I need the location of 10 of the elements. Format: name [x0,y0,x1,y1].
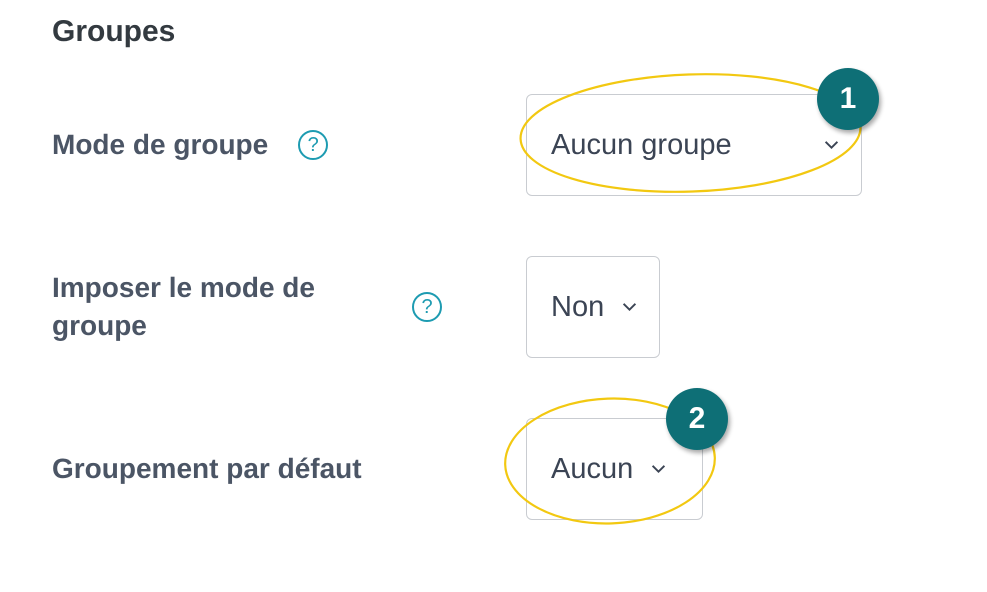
field-label: Mode de groupe [52,128,268,162]
chevron-down-icon [824,140,839,150]
field-label: Imposer le mode de groupe [52,271,316,343]
step-badge: 1 [817,68,879,130]
chevron-down-icon [622,302,638,312]
step-badge: 2 [666,388,728,450]
field-label: Groupement par défaut [52,452,362,486]
section-heading: Groupes [52,14,176,50]
chevron-down-icon [651,464,666,474]
dropdown[interactable]: Non [526,256,660,358]
